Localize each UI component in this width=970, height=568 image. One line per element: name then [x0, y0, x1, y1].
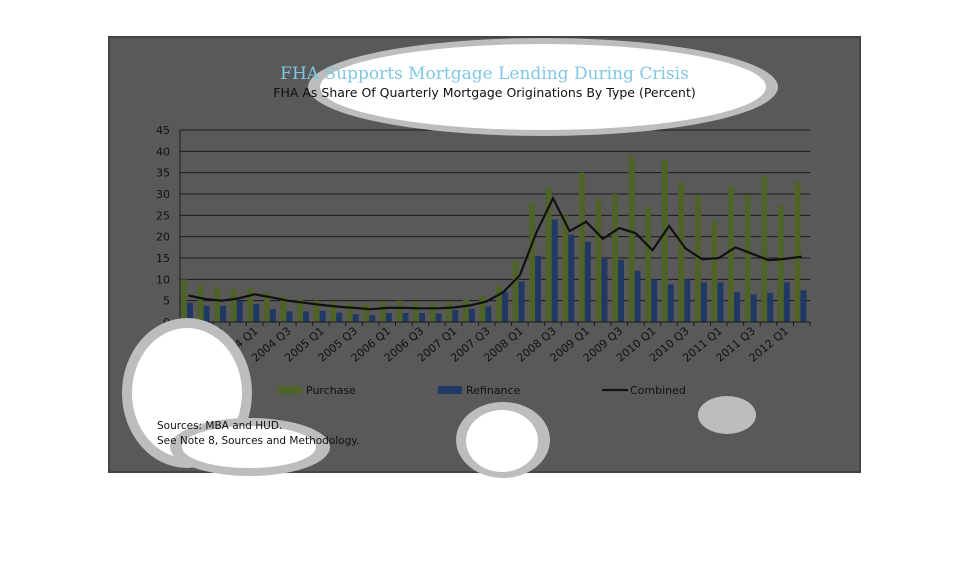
y-tick-label-5: 5	[163, 295, 170, 308]
bar-purchase-2009-Q2	[595, 199, 602, 322]
bar-refinance-2004-Q4	[303, 311, 309, 322]
bar-refinance-2005-Q2	[336, 312, 343, 322]
bar-refinance-2003-Q4	[236, 301, 243, 322]
bar-purchase-2012-Q1	[777, 205, 784, 322]
bar-purchase-2006-Q4	[429, 302, 436, 322]
bar-refinance-2011-Q2	[734, 292, 741, 322]
methodology-note: See Note 8, Sources and Methodology.	[157, 435, 360, 447]
bar-refinance-2003-Q3	[220, 305, 227, 322]
sources-line: Sources: MBA and HUD.	[157, 420, 283, 432]
bar-purchase-2003-Q3	[214, 287, 221, 322]
bar-purchase-2011-Q1	[711, 220, 718, 322]
bar-refinance-2006-Q1	[385, 313, 392, 322]
y-tick-label-40: 40	[156, 145, 170, 158]
bar-purchase-2007-Q3	[479, 295, 486, 322]
legend-label-purchase: Purchase	[306, 384, 356, 397]
bar-refinance-2009-Q4	[634, 270, 641, 322]
bar-purchase-2007-Q2	[462, 299, 469, 322]
bar-purchase-2012-Q2	[794, 181, 801, 322]
bar-refinance-2007-Q4	[501, 292, 508, 322]
bar-refinance-2004-Q3	[286, 311, 293, 322]
bar-refinance-2011-Q1	[717, 282, 724, 322]
bar-refinance-2011-Q4	[767, 292, 774, 322]
bar-refinance-2005-Q3	[352, 314, 359, 322]
bar-purchase-2011-Q2	[728, 186, 735, 322]
bar-purchase-2008-Q2	[529, 203, 536, 322]
bar-refinance-2004-Q1	[253, 304, 260, 322]
bar-refinance-2005-Q1	[319, 310, 326, 322]
bar-refinance-2010-Q1	[651, 279, 658, 322]
bar-purchase-2006-Q1	[379, 301, 386, 322]
bar-purchase-2003-Q4	[230, 288, 237, 322]
legend-swatch-refinance	[438, 386, 462, 394]
bar-refinance-2007-Q3	[485, 306, 492, 322]
legend-label-refinance: Refinance	[466, 384, 521, 397]
bar-purchase-2005-Q3	[346, 303, 353, 322]
bar-purchase-2007-Q4	[495, 285, 502, 322]
bar-purchase-2003-Q1	[180, 279, 187, 322]
bar-refinance-2010-Q4	[700, 282, 707, 322]
grey-overlay-bottom-right	[698, 396, 756, 434]
bar-refinance-2009-Q2	[601, 258, 608, 322]
bar-refinance-2006-Q2	[402, 313, 409, 322]
bar-purchase-2010-Q2	[661, 159, 668, 322]
bar-refinance-2006-Q4	[435, 313, 442, 322]
bar-purchase-2011-Q3	[744, 194, 751, 322]
white-overlay-bottom-mid-inner	[466, 410, 538, 472]
bar-refinance-2009-Q1	[584, 241, 591, 322]
bar-purchase-2006-Q2	[396, 300, 403, 322]
bar-refinance-2011-Q3	[750, 294, 757, 322]
bar-purchase-2008-Q1	[512, 260, 519, 322]
bar-purchase-2006-Q3	[413, 302, 420, 322]
chart-frame: 0510152025303540452003 Q12003 Q32004 Q12…	[108, 36, 861, 478]
bar-purchase-2003-Q2	[197, 284, 204, 322]
bar-purchase-2008-Q4	[562, 215, 569, 322]
bar-purchase-2010-Q1	[645, 206, 652, 322]
bar-purchase-2004-Q1	[247, 287, 254, 322]
bar-purchase-2009-Q1	[578, 172, 585, 322]
bar-refinance-2003-Q2	[203, 305, 210, 322]
bar-refinance-2012-Q2	[800, 290, 807, 322]
y-tick-label-15: 15	[156, 252, 170, 265]
bar-refinance-2006-Q3	[419, 313, 426, 322]
y-tick-label-35: 35	[156, 167, 170, 180]
bar-refinance-2004-Q2	[269, 309, 276, 322]
bar-purchase-2010-Q3	[678, 182, 685, 322]
y-tick-label-20: 20	[156, 231, 170, 244]
y-tick-label-25: 25	[156, 209, 170, 222]
legend-label-combined: Combined	[630, 384, 686, 397]
bar-refinance-2008-Q3	[551, 219, 558, 322]
legend-swatch-purchase	[278, 386, 302, 394]
bar-purchase-2007-Q1	[446, 301, 453, 322]
white-overlay-bottom-left-inner	[182, 426, 316, 468]
chart-subtitle: FHA As Share Of Quarterly Mortgage Origi…	[273, 85, 696, 100]
bar-refinance-2012-Q1	[783, 282, 790, 322]
bar-purchase-2005-Q4	[363, 303, 370, 322]
bar-purchase-2009-Q4	[628, 155, 635, 322]
bar-refinance-2010-Q2	[667, 284, 674, 322]
bar-refinance-2008-Q4	[568, 234, 575, 322]
bar-refinance-2005-Q4	[369, 315, 376, 322]
bar-purchase-2011-Q4	[761, 175, 768, 322]
bar-refinance-2008-Q2	[535, 255, 542, 322]
y-tick-label-45: 45	[156, 124, 170, 137]
bar-refinance-2008-Q1	[518, 281, 525, 322]
bar-refinance-2007-Q2	[468, 308, 475, 322]
bar-purchase-2009-Q3	[612, 194, 619, 322]
y-tick-label-30: 30	[156, 188, 170, 201]
bar-refinance-2010-Q3	[684, 279, 691, 322]
bar-refinance-2009-Q3	[618, 260, 624, 322]
chart-title: FHA Supports Mortgage Lending During Cri…	[280, 64, 689, 84]
bar-refinance-2007-Q1	[452, 310, 459, 322]
y-tick-label-10: 10	[156, 273, 170, 286]
